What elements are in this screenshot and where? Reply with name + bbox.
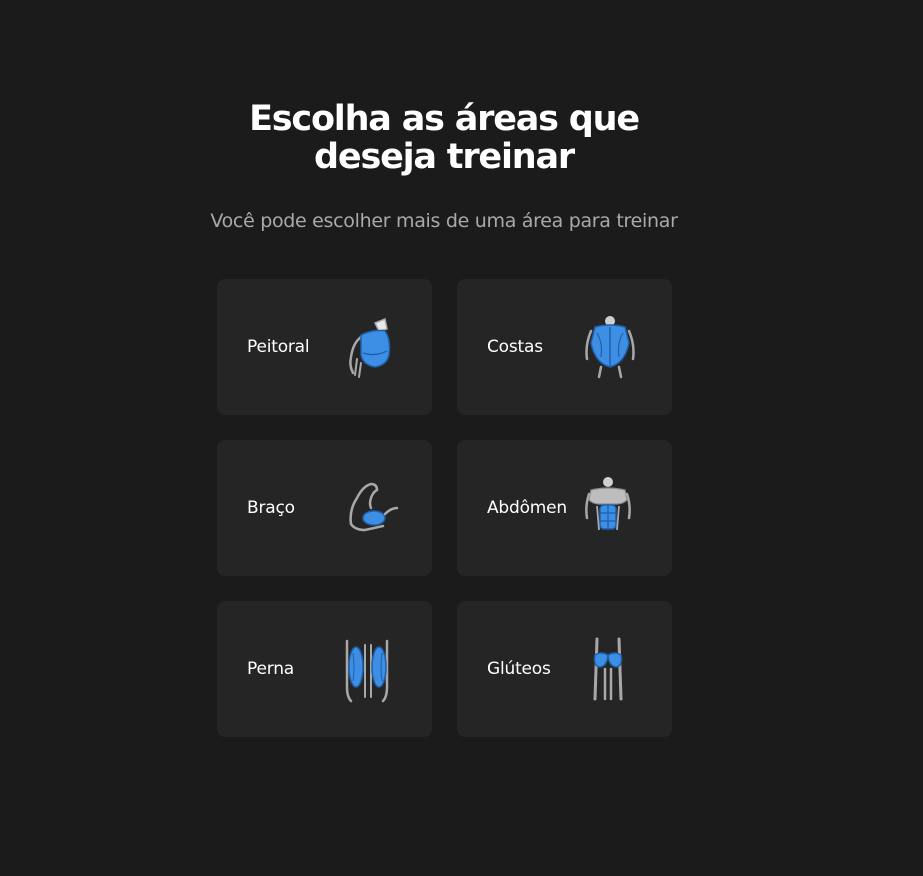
area-card-label: Perna [247, 659, 294, 679]
area-card-braco[interactable]: Braço [217, 440, 432, 576]
page: Escolha as áreas que deseja treinar Você… [0, 0, 923, 876]
leg-muscle-icon [337, 635, 399, 703]
chest-muscle-icon [339, 313, 401, 381]
arm-muscle-icon [341, 474, 403, 542]
back-muscle-icon [579, 313, 641, 381]
area-card-perna[interactable]: Perna [217, 601, 432, 737]
area-card-label: Costas [487, 337, 543, 357]
area-card-label: Abdômen [487, 498, 568, 518]
area-card-gluteos[interactable]: Glúteos [457, 601, 672, 737]
area-card-abdomen[interactable]: Abdômen [457, 440, 672, 576]
area-options-grid: Peitoral Costas Braço Abdômen Perna Glút… [217, 279, 672, 737]
page-subtitle: Você pode escolher mais de uma área para… [210, 210, 678, 232]
area-card-label: Glúteos [487, 659, 551, 679]
area-card-label: Braço [247, 498, 295, 518]
area-card-peitoral[interactable]: Peitoral [217, 279, 432, 415]
glutes-muscle-icon [577, 635, 639, 703]
area-card-costas[interactable]: Costas [457, 279, 672, 415]
area-card-label: Peitoral [247, 337, 310, 357]
page-title: Escolha as áreas que deseja treinar [249, 99, 640, 177]
abdomen-muscle-icon [577, 474, 639, 542]
